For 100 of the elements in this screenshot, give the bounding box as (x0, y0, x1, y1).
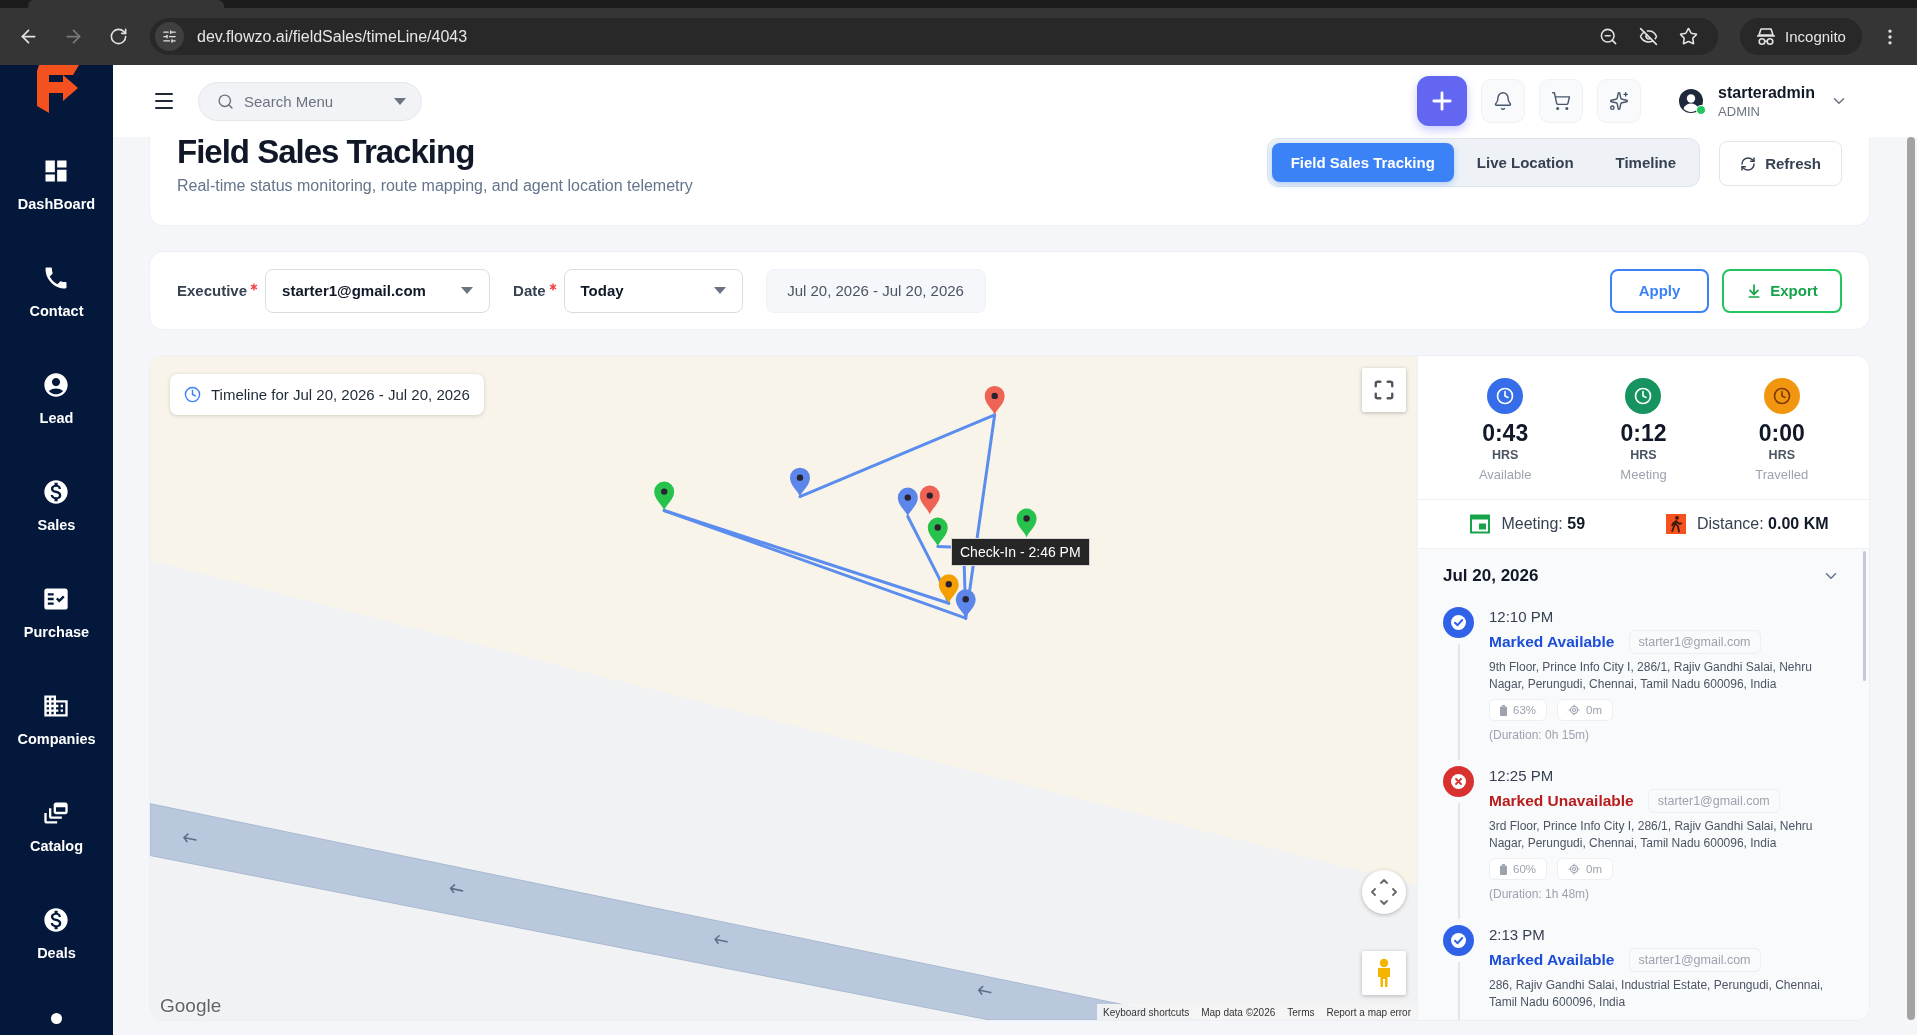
sidebar-item[interactable]: Catalog (29, 799, 84, 855)
entry-time: 12:25 PM (1489, 766, 1555, 786)
cart-icon (1551, 91, 1572, 111)
field-label: Executive (177, 282, 248, 299)
clock-icon (184, 386, 201, 403)
address-bar[interactable]: dev.flowzo.ai/fieldSales/timeLine/4043 (150, 18, 1718, 55)
stat-unit: HRS (1491, 447, 1519, 463)
map-attribution-link[interactable]: Map data ©2026 (1195, 1006, 1282, 1018)
four-arrows-icon (1371, 879, 1397, 905)
map-pin-icon[interactable] (955, 589, 976, 619)
battery-icon (1500, 704, 1507, 716)
reload-icon[interactable] (109, 27, 128, 46)
sidebar-item[interactable]: Sales (37, 478, 76, 534)
battery-level: 60% (1513, 863, 1537, 875)
caret-down-icon[interactable] (461, 287, 474, 294)
scrollbar-thumb[interactable] (1863, 551, 1866, 681)
sidebar-item[interactable]: Lead (39, 371, 74, 427)
timeline-date: Jul 20, 2026 (1443, 566, 1539, 586)
site-settings-icon[interactable] (155, 22, 184, 51)
user-avatar-icon[interactable] (1679, 89, 1704, 113)
apply-button[interactable]: Apply (1610, 268, 1709, 313)
email-tag: starter1@gmail.com (1628, 948, 1761, 972)
add-button[interactable] (1417, 76, 1468, 126)
meeting-count: Meeting: 59 (1501, 515, 1586, 533)
caret-down-icon[interactable] (713, 287, 726, 294)
entry-time: 2:13 PM (1489, 925, 1546, 945)
user-role: ADMIN (1718, 103, 1761, 120)
battery-icon (1500, 863, 1507, 875)
map-overlay-title: Timeline for Jul 20, 2026 - Jul 20, 2026 (211, 386, 470, 403)
select-field[interactable]: starter1@gmail.com (265, 268, 491, 313)
notifications-button[interactable] (1481, 79, 1526, 123)
view-tab[interactable]: Timeline (1596, 143, 1696, 182)
stat-unit: HRS (1630, 447, 1657, 463)
location-target-icon (1568, 704, 1581, 716)
map-pin-icon[interactable] (897, 487, 918, 517)
arrow-icon (183, 833, 197, 843)
entry-duration: (Duration: 1h 48m) (1489, 886, 1591, 903)
sidebar-item[interactable]: Deals (37, 906, 76, 962)
date-range-field[interactable]: Jul 20, 2026 - Jul 20, 2026 (765, 268, 986, 313)
arrow-icon (977, 985, 992, 995)
distance-value: 0m (1586, 863, 1602, 875)
email-tag: starter1@gmail.com (1647, 789, 1780, 813)
email-tag: starter1@gmail.com (1628, 630, 1761, 654)
page-subtitle: Real-time status monitoring, route mapping, and agent location telemetry (177, 176, 693, 195)
calendar-icon (1470, 514, 1491, 534)
battery-level: 63% (1513, 704, 1537, 716)
map-pin-icon[interactable] (790, 467, 810, 497)
map-pin-icon[interactable] (984, 385, 1005, 415)
location-target-icon (1568, 863, 1581, 875)
map-attribution-link[interactable]: Terms (1281, 1006, 1321, 1018)
stat-label: Travelled (1755, 467, 1809, 483)
entry-address: 286, Rajiv Gandhi Salai, Industrial Estate, Perungudi, Chennai, Tamil Nadu 600096, India (1489, 977, 1825, 1011)
distance-total: Distance: 0.00 KM (1696, 515, 1829, 533)
star-icon[interactable] (1678, 27, 1698, 46)
walking-person-icon (1665, 514, 1686, 534)
sidebar-item[interactable]: Contact (29, 264, 84, 320)
entry-time: 12:10 PM (1489, 607, 1555, 627)
stat-unit: HRS (1768, 447, 1795, 463)
fullscreen-icon (1373, 379, 1395, 401)
stat-value: 0:12 (1620, 420, 1667, 446)
map-pin-icon[interactable] (919, 485, 940, 515)
bell-icon (1493, 91, 1514, 111)
sidebar-item[interactable]: Purchase (23, 585, 90, 641)
refresh-icon (1740, 155, 1757, 172)
eye-off-icon[interactable] (1638, 27, 1658, 46)
map-pin-icon[interactable] (927, 517, 948, 547)
field-label: Date (513, 282, 546, 299)
sparkles-button[interactable] (1597, 79, 1642, 123)
sidebar-item[interactable]: DashBoard (17, 157, 96, 213)
profile-button[interactable]: Incognito (1740, 18, 1862, 55)
distance-value: 0m (1586, 704, 1602, 716)
sidebar-item[interactable]: Companies (17, 692, 96, 748)
map-attribution-link[interactable]: Keyboard shortcuts (1097, 1006, 1196, 1018)
entry-status: Marked Available (1489, 633, 1615, 651)
cart-button[interactable] (1539, 79, 1584, 123)
search-field[interactable]: Search Menu (198, 81, 422, 121)
view-tab[interactable]: Field Sales Tracking (1271, 143, 1454, 182)
map-pin-icon[interactable] (654, 481, 675, 511)
view-tab[interactable]: Live Location (1457, 143, 1593, 182)
map-attribution-link[interactable]: Report a map error (1320, 1006, 1417, 1018)
circle-icon[interactable] (51, 1013, 62, 1024)
caret-down-icon[interactable] (394, 97, 406, 105)
select-field[interactable]: Today (563, 268, 743, 313)
entry-status: Marked Available (1489, 951, 1615, 969)
search-icon (217, 92, 234, 110)
stat-label: Available (1478, 467, 1532, 483)
zoom-out-icon[interactable] (1598, 27, 1618, 46)
stat-label: Meeting (1620, 467, 1667, 483)
map-pin-icon[interactable] (938, 574, 959, 604)
arrow-icon (714, 934, 728, 945)
entry-status: Marked Unavailable (1489, 792, 1634, 810)
fullscreen-button[interactable] (1362, 368, 1406, 412)
arrow-icon (449, 884, 464, 894)
scrollbar-thumb[interactable] (1907, 137, 1915, 1020)
map-pin-icon[interactable] (1016, 508, 1037, 538)
hat-and-glasses-icon (1756, 27, 1777, 46)
entry-duration: (Duration: 0h 15m) (1489, 727, 1591, 744)
sparkles-icon (1609, 91, 1630, 111)
map-tooltip: Check-In - 2:46 PM (951, 538, 1090, 566)
refresh-button[interactable]: Refresh (1719, 141, 1842, 186)
